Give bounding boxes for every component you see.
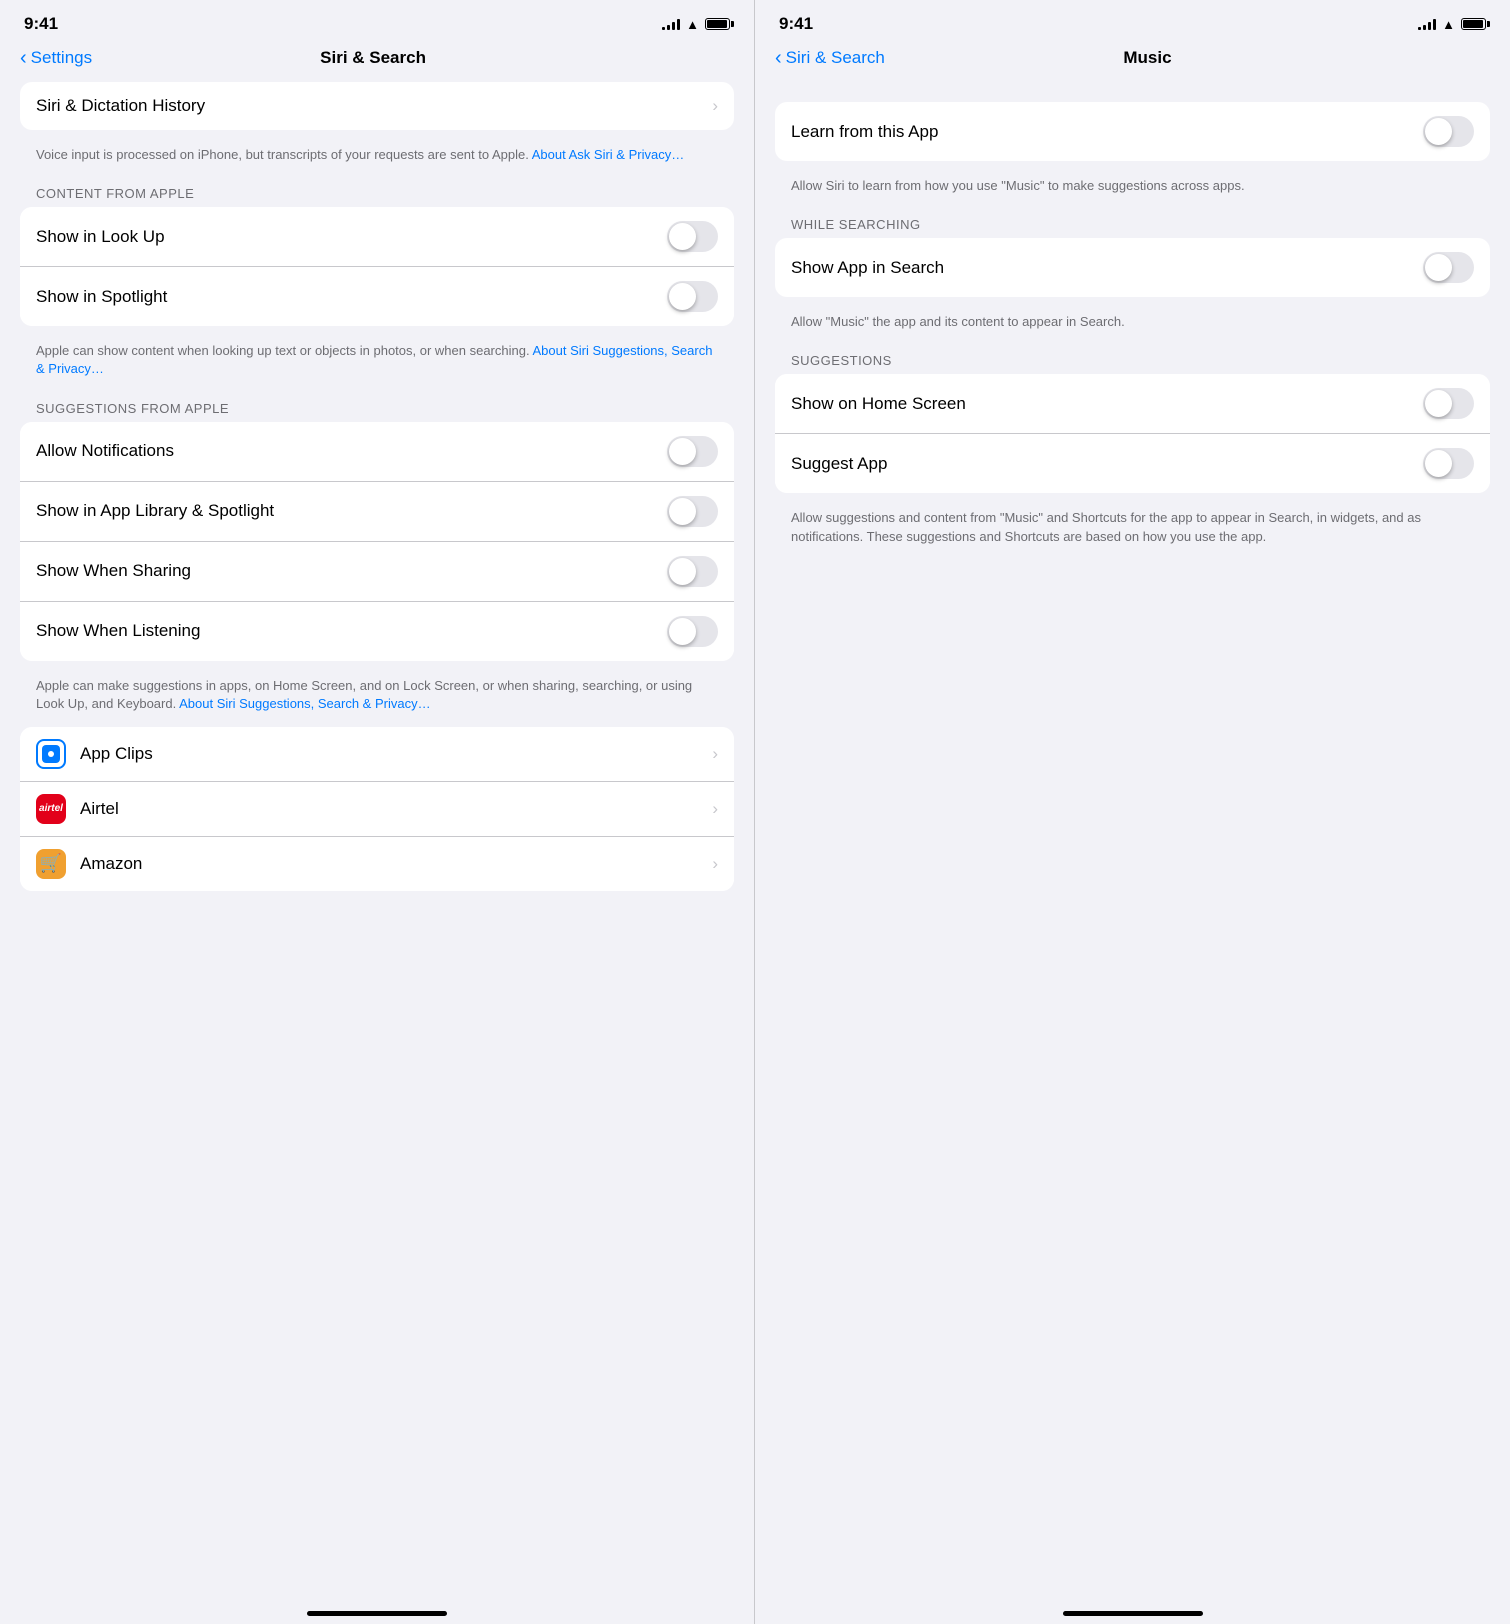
airtel-label: Airtel [80,799,712,819]
left-panel: 9:41 ▲ ‹ Settings Siri & Search Sir [0,0,755,1624]
suggest-app-row[interactable]: Suggest App [775,434,1490,493]
right-content: Learn from this App Allow Siri to learn … [755,82,1510,1601]
status-icons-right: ▲ [1418,17,1486,32]
while-searching-description: Allow "Music" the app and its content to… [775,305,1490,345]
wifi-icon: ▲ [686,17,699,32]
suggestions-from-apple-card: Allow Notifications Show in App Library … [20,422,734,661]
show-in-look-up-label: Show in Look Up [36,227,165,247]
battery-icon [705,18,730,30]
nav-header-right: ‹ Siri & Search Music [755,40,1510,82]
status-bar-right: 9:41 ▲ [755,0,1510,40]
learn-toggle[interactable] [1423,116,1474,147]
show-when-listening-row[interactable]: Show When Listening [20,602,734,661]
status-icons-left: ▲ [662,17,730,32]
show-in-spotlight-row[interactable]: Show in Spotlight [20,267,734,326]
home-indicator-right [1063,1611,1203,1616]
show-home-screen-label: Show on Home Screen [791,394,966,414]
show-home-screen-row[interactable]: Show on Home Screen [775,374,1490,434]
suggestions-card: Show on Home Screen Suggest App [775,374,1490,493]
show-app-in-search-label: Show App in Search [791,258,944,278]
show-in-look-up-row[interactable]: Show in Look Up [20,207,734,267]
while-searching-card: Show App in Search [775,238,1490,297]
airtel-icon: airtel [36,794,66,824]
app-clips-row[interactable]: App Clips › [20,727,734,782]
airtel-chevron: › [712,799,718,819]
show-in-look-up-toggle[interactable] [667,221,718,252]
time-right: 9:41 [779,14,813,34]
learn-card: Learn from this App [775,102,1490,161]
content-from-apple-section-label: CONTENT FROM APPLE [20,178,734,207]
back-button-left[interactable]: ‹ Settings [20,48,92,68]
back-label-left: Settings [31,48,92,68]
show-app-in-search-row[interactable]: Show App in Search [775,238,1490,297]
signal-icon-right [1418,18,1436,30]
siri-dictation-row[interactable]: Siri & Dictation History › [20,82,734,130]
app-clips-label: App Clips [80,744,712,764]
suggest-app-label: Suggest App [791,454,887,474]
battery-icon-right [1461,18,1486,30]
app-clips-chevron: › [712,744,718,764]
show-when-sharing-label: Show When Sharing [36,561,191,581]
back-arrow-right: ‹ [775,48,782,68]
status-bar-left: 9:41 ▲ [0,0,754,40]
show-app-library-row[interactable]: Show in App Library & Spotlight [20,482,734,542]
signal-icon [662,18,680,30]
amazon-row[interactable]: 🛒 Amazon › [20,837,734,891]
amazon-icon: 🛒 [36,849,66,879]
content-from-apple-card: Show in Look Up Show in Spotlight [20,207,734,326]
learn-label: Learn from this App [791,122,938,142]
left-content: Siri & Dictation History › Voice input i… [0,82,754,1601]
show-app-library-toggle[interactable] [667,496,718,527]
show-when-sharing-toggle[interactable] [667,556,718,587]
while-searching-section-label: WHILE SEARCHING [775,209,1490,238]
show-app-library-label: Show in App Library & Spotlight [36,501,274,521]
siri-dictation-chevron: › [712,96,718,116]
show-when-listening-toggle[interactable] [667,616,718,647]
allow-notifications-row[interactable]: Allow Notifications [20,422,734,482]
amazon-chevron: › [712,854,718,874]
learn-description: Allow Siri to learn from how you use "Mu… [775,169,1490,209]
show-in-spotlight-label: Show in Spotlight [36,287,167,307]
home-indicator-left [307,1611,447,1616]
page-title-left: Siri & Search [92,48,654,68]
show-when-sharing-row[interactable]: Show When Sharing [20,542,734,602]
suggestions-from-apple-link[interactable]: About Siri Suggestions, Search & Privacy… [179,696,430,711]
apps-card: App Clips › airtel Airtel › 🛒 Amazon › [20,727,734,891]
content-from-apple-description: Apple can show content when looking up t… [20,334,734,392]
back-arrow-left: ‹ [20,48,27,68]
show-home-screen-toggle[interactable] [1423,388,1474,419]
allow-notifications-label: Allow Notifications [36,441,174,461]
suggestions-from-apple-description: Apple can make suggestions in apps, on H… [20,669,734,727]
suggest-app-toggle[interactable] [1423,448,1474,479]
siri-dictation-card: Siri & Dictation History › [20,82,734,130]
wifi-icon-right: ▲ [1442,17,1455,32]
show-app-in-search-toggle[interactable] [1423,252,1474,283]
amazon-label: Amazon [80,854,712,874]
time-left: 9:41 [24,14,58,34]
suggestions-from-apple-section-label: SUGGESTIONS FROM APPLE [20,393,734,422]
app-clips-icon [36,739,66,769]
back-label-right: Siri & Search [786,48,885,68]
suggestions-description: Allow suggestions and content from "Musi… [775,501,1490,559]
page-title-right: Music [885,48,1410,68]
siri-dictation-description: Voice input is processed on iPhone, but … [20,138,734,178]
airtel-row[interactable]: airtel Airtel › [20,782,734,837]
siri-dictation-label: Siri & Dictation History [36,96,205,116]
siri-dictation-link[interactable]: About Ask Siri & Privacy… [532,147,684,162]
allow-notifications-toggle[interactable] [667,436,718,467]
show-in-spotlight-toggle[interactable] [667,281,718,312]
right-panel: 9:41 ▲ ‹ Siri & Search Music [755,0,1510,1624]
suggestions-section-label: SUGGESTIONS [775,345,1490,374]
back-button-right[interactable]: ‹ Siri & Search [775,48,885,68]
learn-row[interactable]: Learn from this App [775,102,1490,161]
show-when-listening-label: Show When Listening [36,621,200,641]
nav-header-left: ‹ Settings Siri & Search [0,40,754,82]
